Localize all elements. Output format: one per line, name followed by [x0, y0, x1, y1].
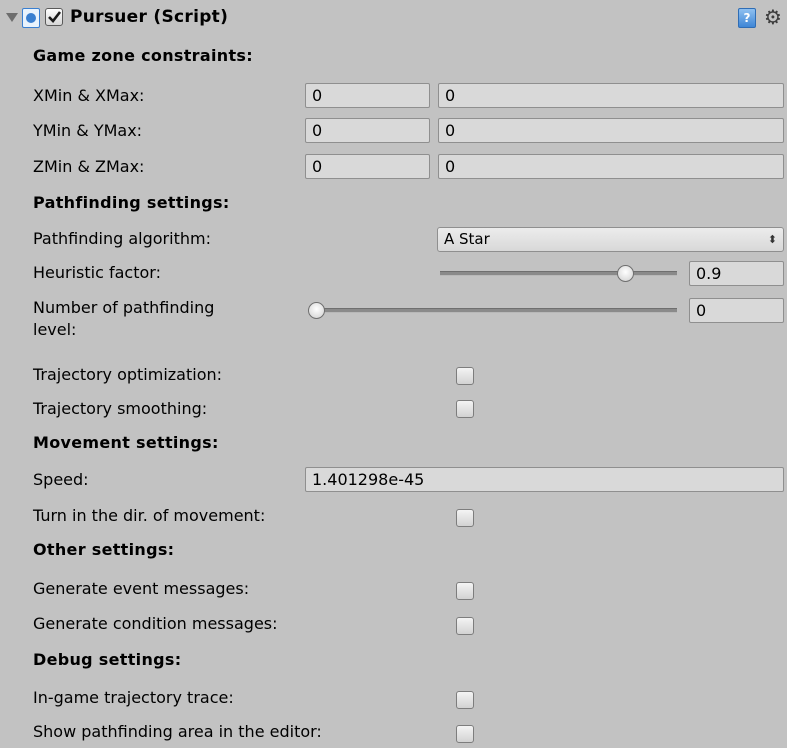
trajectory-optimization-label: Trajectory optimization:: [33, 365, 223, 384]
script-icon: [22, 8, 40, 28]
trajectory-smoothing-label: Trajectory smoothing:: [33, 399, 208, 418]
show-area-checkbox[interactable]: [456, 725, 474, 743]
levels-slider-track[interactable]: [315, 308, 677, 313]
zminmax-label: ZMin & ZMax:: [33, 157, 145, 176]
condition-messages-label: Generate condition messages:: [33, 614, 278, 633]
turn-direction-label: Turn in the dir. of movement:: [33, 506, 266, 525]
speed-label: Speed:: [33, 470, 89, 489]
heuristic-slider-thumb[interactable]: [617, 265, 634, 282]
levels-label-line2: level:: [33, 320, 77, 339]
checkmark-icon: [48, 11, 62, 23]
foldout-arrow-icon[interactable]: [6, 13, 18, 22]
trajectory-trace-checkbox[interactable]: [456, 691, 474, 709]
levels-slider-thumb[interactable]: [308, 302, 325, 319]
enable-checkbox[interactable]: [45, 8, 63, 26]
ymax-field[interactable]: 0: [438, 118, 784, 143]
dropdown-value: A Star: [444, 230, 490, 248]
help-icon[interactable]: ?: [738, 8, 756, 28]
heuristic-slider-track[interactable]: [440, 271, 677, 276]
show-area-label: Show pathfinding area in the editor:: [33, 722, 322, 741]
pathfinding-algorithm-dropdown[interactable]: A Star ⬍: [437, 227, 784, 252]
xmin-field[interactable]: 0: [305, 83, 430, 108]
heuristic-value-field[interactable]: 0.9: [689, 261, 784, 286]
section-game-zone: Game zone constraints:: [33, 46, 253, 65]
event-messages-label: Generate event messages:: [33, 579, 250, 598]
levels-value-field[interactable]: 0: [689, 298, 784, 323]
section-pathfinding: Pathfinding settings:: [33, 193, 230, 212]
trajectory-optimization-checkbox[interactable]: [456, 367, 474, 385]
pathfinding-algorithm-label: Pathfinding algorithm:: [33, 229, 211, 248]
section-other: Other settings:: [33, 540, 175, 559]
ymin-field[interactable]: 0: [305, 118, 430, 143]
condition-messages-checkbox[interactable]: [456, 617, 474, 635]
section-movement: Movement settings:: [33, 433, 219, 452]
heuristic-factor-label: Heuristic factor:: [33, 263, 161, 282]
turn-direction-checkbox[interactable]: [456, 509, 474, 527]
trajectory-trace-label: In-game trajectory trace:: [33, 688, 234, 707]
component-title: Pursuer (Script): [70, 7, 229, 27]
xmax-field[interactable]: 0: [438, 83, 784, 108]
gear-icon[interactable]: ⚙: [764, 6, 782, 28]
zmax-field[interactable]: 0: [438, 154, 784, 179]
section-debug: Debug settings:: [33, 650, 182, 669]
trajectory-smoothing-checkbox[interactable]: [456, 400, 474, 418]
xminmax-label: XMin & XMax:: [33, 86, 145, 105]
event-messages-checkbox[interactable]: [456, 582, 474, 600]
yminmax-label: YMin & YMax:: [33, 121, 143, 140]
zmin-field[interactable]: 0: [305, 154, 430, 179]
speed-field[interactable]: 1.401298e-45: [305, 467, 784, 492]
levels-label-line1: Number of pathfinding: [33, 298, 215, 317]
dropdown-arrow-icon: ⬍: [767, 233, 777, 246]
